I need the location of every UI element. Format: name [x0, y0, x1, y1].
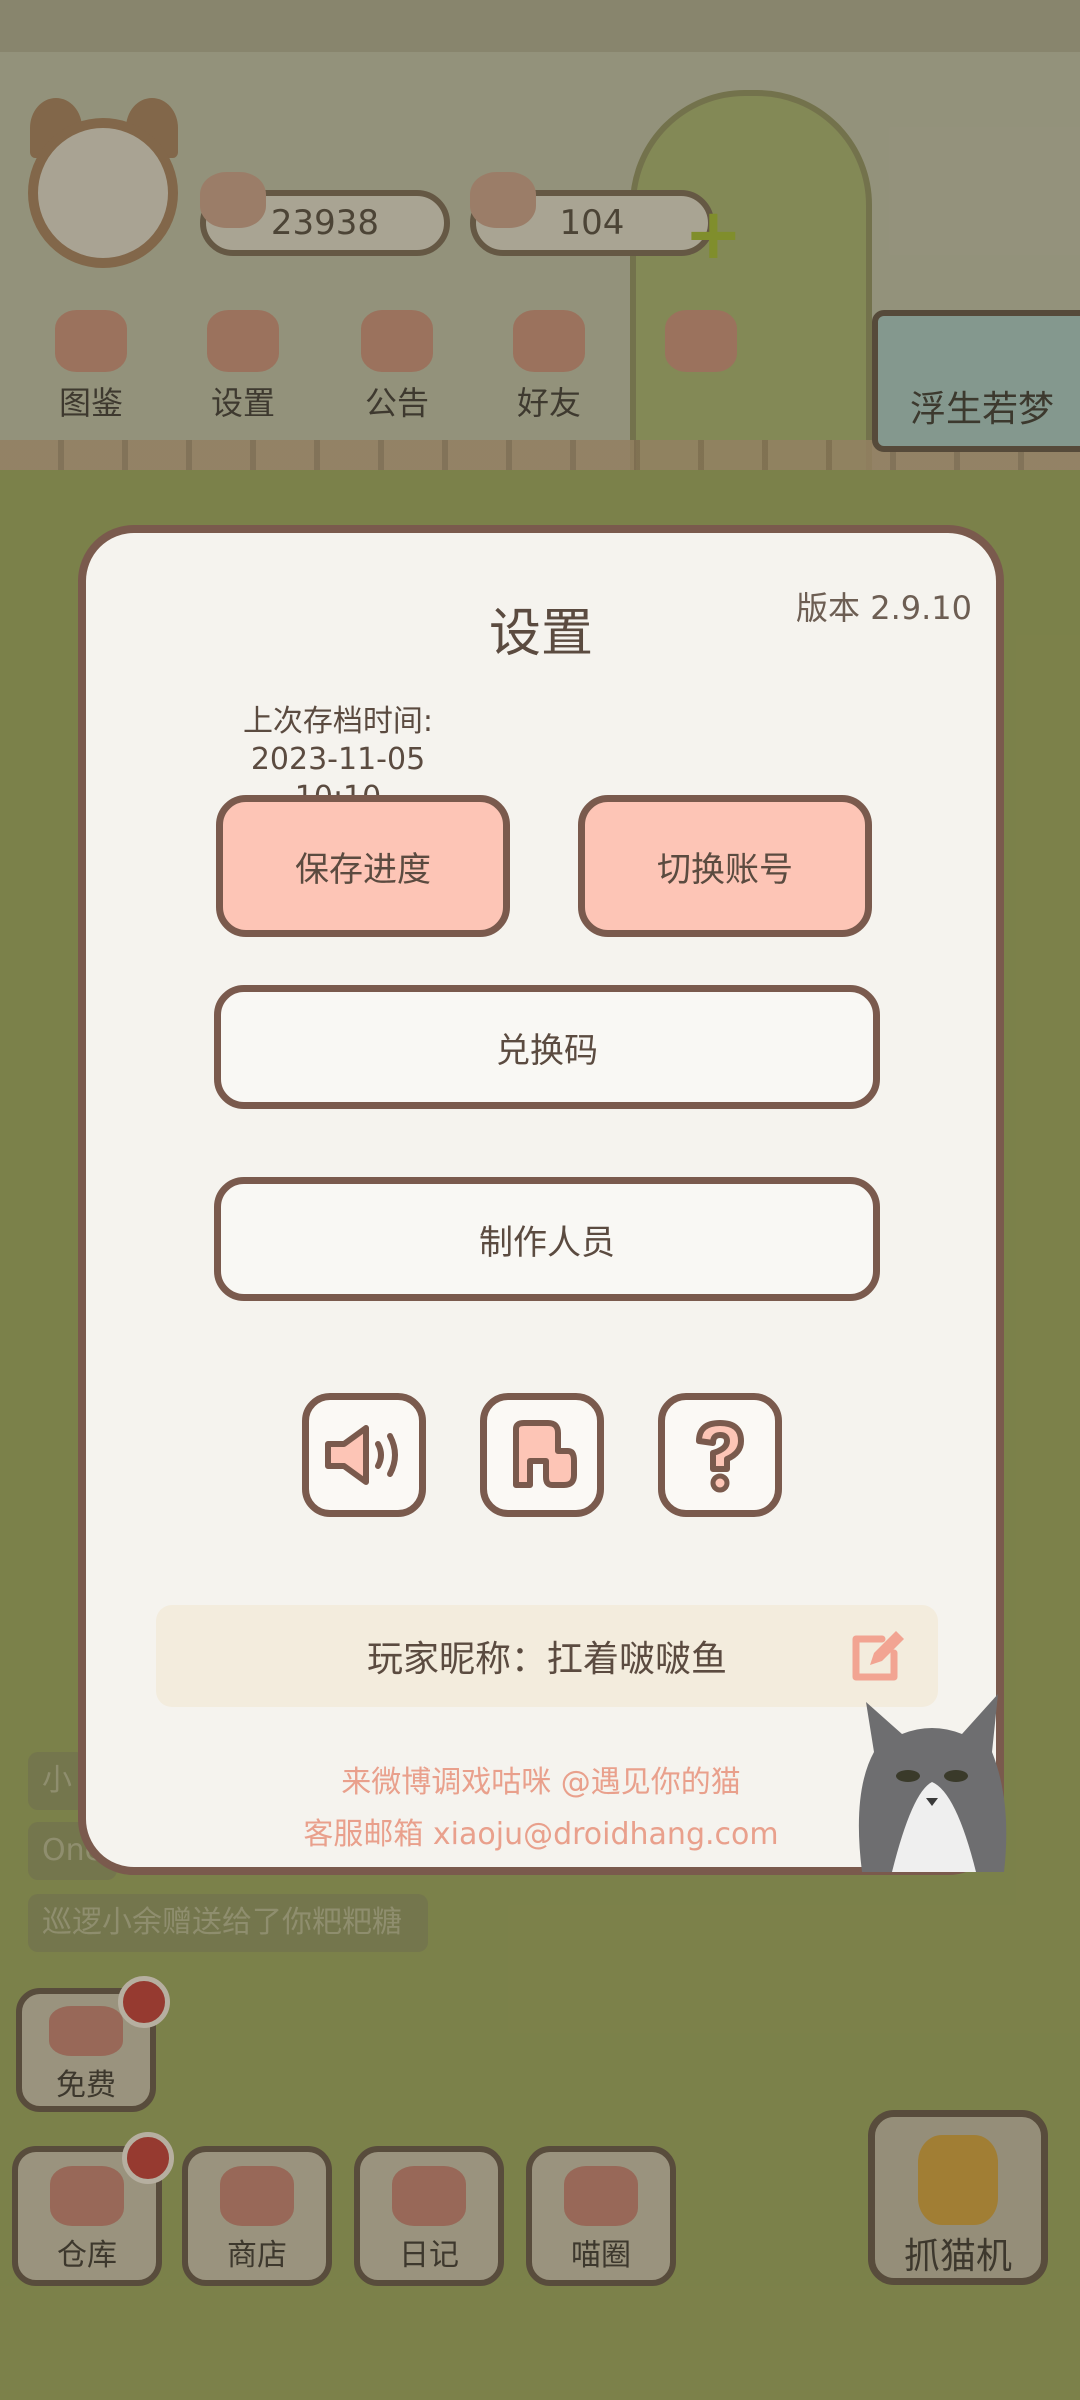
- credits-button[interactable]: 制作人员: [214, 1177, 880, 1301]
- version-label: 版本 2.9.10: [796, 589, 972, 627]
- music-icon: [513, 1420, 577, 1488]
- redeem-code-button[interactable]: 兑换码: [214, 985, 880, 1109]
- nickname-text: 玩家昵称：扛着啵啵鱼: [366, 1639, 727, 1680]
- save-progress-button[interactable]: 保存进度: [216, 795, 510, 937]
- credits-label: 制作人员: [479, 1222, 615, 1263]
- switch-account-label: 切换账号: [657, 849, 793, 890]
- switch-account-button[interactable]: 切换账号: [578, 795, 872, 937]
- last-save-label: 上次存档时间:: [242, 704, 434, 739]
- sound-button[interactable]: [302, 1393, 426, 1517]
- save-progress-label: 保存进度: [295, 849, 431, 890]
- music-button[interactable]: [480, 1393, 604, 1517]
- speaker-icon: [325, 1425, 398, 1485]
- nickname-bar: 玩家昵称：扛着啵啵鱼: [156, 1605, 938, 1707]
- help-button[interactable]: [658, 1393, 782, 1517]
- cat-mascot-image: [858, 1694, 1007, 1872]
- redeem-code-label: 兑换码: [496, 1030, 598, 1071]
- question-icon: [696, 1420, 744, 1493]
